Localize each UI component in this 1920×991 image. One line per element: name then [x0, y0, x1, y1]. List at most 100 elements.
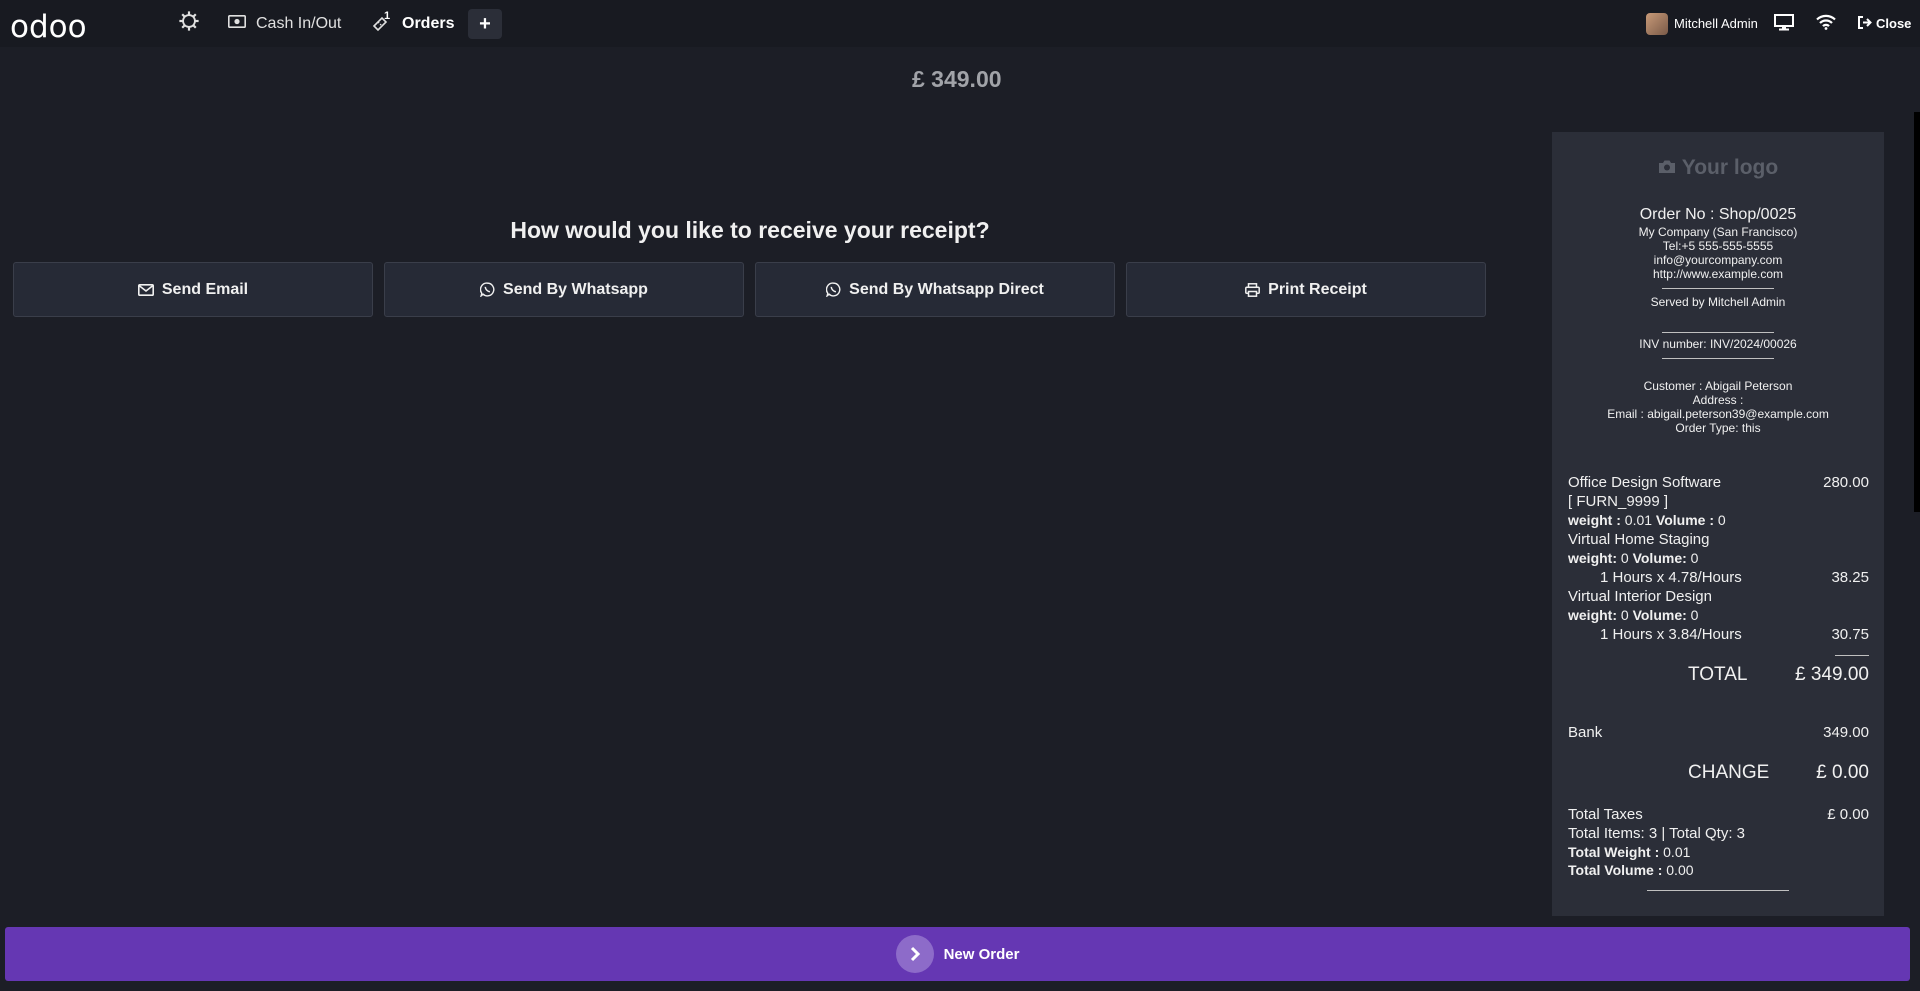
taxes-label: Total Taxes [1568, 806, 1643, 823]
total-value: £ 349.00 [1795, 664, 1869, 685]
send-email-button[interactable]: Send Email [13, 262, 373, 317]
receipt-logo-placeholder: Your logo [1552, 156, 1884, 180]
wifi-icon [1816, 14, 1836, 33]
line-quantity: 1 Hours x 3.84/Hours [1600, 626, 1742, 643]
change-value: £ 0.00 [1816, 762, 1869, 783]
orderline: 1 Hours x 4.78/Hours 38.25 [1568, 569, 1869, 586]
orderline: 1 Hours x 3.84/Hours 30.75 [1568, 626, 1869, 643]
receipt-actions: Send Email Send By Whatsapp Send By What… [13, 262, 1487, 317]
product-attributes: weight: 0 Volume: 0 [1568, 607, 1869, 623]
taxes-line: Total Taxes £ 0.00 [1568, 806, 1869, 823]
settings-button[interactable] [178, 0, 200, 47]
company-name: My Company (San Francisco) [1638, 225, 1798, 239]
total-weight-value: 0.01 [1663, 844, 1691, 860]
close-label: Close [1876, 16, 1912, 31]
payment-method: Bank [1568, 724, 1603, 741]
items-qty-summary: Total Items: 3 | Total Qty: 3 [1568, 825, 1746, 842]
line-price: 280.00 [1823, 474, 1869, 491]
separator [1662, 288, 1774, 289]
new-order-button[interactable]: New Order [5, 927, 1910, 981]
separator [1647, 890, 1789, 891]
scrollbar-thumb[interactable] [1914, 112, 1920, 512]
whatsapp-icon [826, 282, 841, 297]
customer-display-button[interactable] [1774, 0, 1794, 47]
company-phone: Tel:+5 555-555-5555 [1662, 239, 1774, 253]
volume-value: 0 [1690, 550, 1699, 566]
product-name: Office Design Software [1568, 474, 1722, 491]
separator [1662, 358, 1774, 359]
user-menu[interactable]: Mitchell Admin [1646, 0, 1758, 47]
total-volume-label: Total Volume : [1568, 862, 1663, 878]
product-name: Virtual Home Staging [1568, 531, 1710, 548]
close-session-button[interactable]: Close [1858, 0, 1911, 47]
invoice-number: INV number: INV/2024/00026 [1639, 337, 1797, 351]
amount-value: £ 349.00 [912, 66, 1002, 92]
weight-label: weight : [1568, 512, 1621, 528]
user-name: Mitchell Admin [1674, 16, 1758, 31]
total-weight-label: Total Weight : [1568, 844, 1660, 860]
total-volume: Total Volume : 0.00 [1568, 862, 1869, 878]
weight-label: weight: [1568, 607, 1617, 623]
send-whatsapp-button[interactable]: Send By Whatsapp [384, 262, 744, 317]
taxes-value: £ 0.00 [1827, 806, 1869, 823]
orders-count-badge: 1 [384, 10, 391, 22]
orderline: Office Design Software 280.00 [1568, 474, 1869, 491]
top-bar: odoo Cash In/Out 1 Orders + Mitchell Adm… [0, 0, 1920, 47]
separator [1662, 332, 1774, 333]
order-number: Order No : Shop/0025 [1639, 206, 1797, 223]
send-whatsapp-label: Send By Whatsapp [503, 280, 648, 298]
volume-label: Volume: [1632, 607, 1687, 623]
logo-text: Your logo [1681, 156, 1779, 179]
send-email-label: Send Email [161, 280, 249, 298]
cash-in-out-label: Cash In/Out [256, 14, 342, 32]
send-whatsapp-direct-button[interactable]: Send By Whatsapp Direct [755, 262, 1115, 317]
volume-value: 0 [1717, 512, 1726, 528]
customer-address: Address : [1692, 393, 1744, 407]
total-label: TOTAL [1688, 664, 1748, 685]
volume-label: Volume : [1655, 512, 1714, 528]
sign-out-icon [1858, 15, 1872, 32]
money-icon [228, 14, 246, 33]
new-order-tab-button[interactable]: + [468, 9, 502, 39]
avatar [1646, 12, 1668, 35]
weight-value: 0 [1620, 550, 1629, 566]
whatsapp-icon [480, 282, 495, 297]
payment-line: Bank 349.00 [1568, 724, 1869, 741]
weight-value: 0 [1620, 607, 1629, 623]
separator [1835, 655, 1869, 656]
volume-value: 0 [1690, 607, 1699, 623]
gear-icon [178, 10, 200, 37]
total-weight: Total Weight : 0.01 [1568, 844, 1869, 860]
line-price: 30.75 [1831, 626, 1869, 643]
receipt-scrollbar[interactable] [1914, 112, 1920, 918]
cash-in-out-button[interactable]: Cash In/Out [228, 0, 341, 47]
product-attributes: weight : 0.01 Volume : 0 [1568, 512, 1869, 528]
product-attributes: weight: 0 Volume: 0 [1568, 550, 1869, 566]
payment-amount: 349.00 [1823, 724, 1869, 741]
order-type: Order Type: this [1675, 421, 1761, 435]
monitor-icon [1774, 13, 1794, 34]
total-volume-value: 0.00 [1666, 862, 1694, 878]
served-by: Served by Mitchell Admin [1650, 295, 1786, 309]
odoo-logo: odoo [10, 9, 87, 45]
camera-icon [1658, 156, 1676, 180]
send-whatsapp-direct-label: Send By Whatsapp Direct [849, 280, 1044, 298]
company-website: http://www.example.com [1652, 267, 1784, 281]
weight-value: 0.01 [1624, 512, 1653, 528]
printer-icon [1245, 282, 1261, 297]
line-price: 38.25 [1831, 569, 1869, 586]
envelope-icon [137, 283, 154, 296]
company-email: info@yourcompany.com [1653, 253, 1783, 267]
print-receipt-button[interactable]: Print Receipt [1126, 262, 1486, 317]
weight-label: weight: [1568, 550, 1617, 566]
change-label: CHANGE [1688, 762, 1770, 783]
volume-label: Volume: [1632, 550, 1687, 566]
chevron-right-icon [895, 935, 934, 973]
connection-status[interactable] [1816, 0, 1836, 47]
orders-label: Orders [402, 14, 455, 32]
customer-name: Customer : Abigail Peterson [1643, 379, 1793, 393]
orders-button[interactable]: 1 Orders [372, 0, 454, 47]
print-receipt-label: Print Receipt [1268, 280, 1367, 298]
customer-email: Email : abigail.peterson39@example.com [1607, 407, 1829, 421]
receipt-preview: Your logo Order No : Shop/0025 My Compan… [1552, 132, 1884, 916]
